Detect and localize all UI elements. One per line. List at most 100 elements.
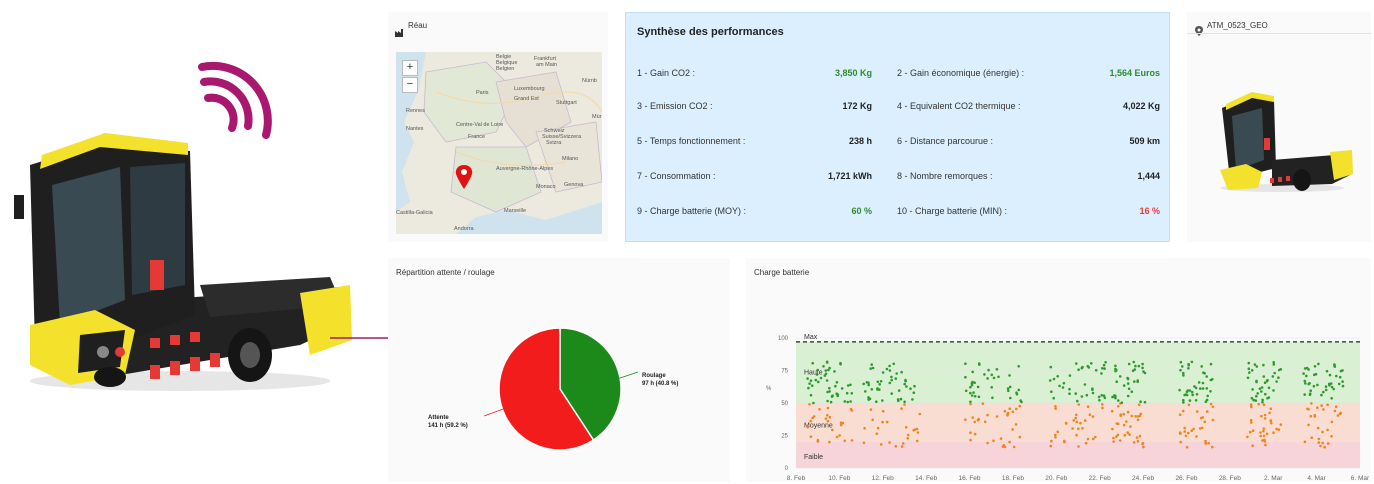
battery-point [1074, 392, 1077, 395]
battery-point [990, 386, 993, 389]
battery-point [1188, 389, 1192, 392]
battery-point [1192, 427, 1195, 431]
pie-chart [483, 327, 639, 451]
battery-point [1063, 440, 1066, 444]
battery-point [1068, 392, 1071, 395]
perf-value-1: 3,850 Kg [834, 68, 872, 78]
battery-point [1077, 445, 1080, 448]
battery-point [1068, 374, 1072, 377]
battery-point [1068, 387, 1071, 391]
battery-point [1054, 405, 1057, 408]
battery-point [1335, 374, 1338, 378]
battery-point [869, 408, 873, 411]
battery-point [1303, 393, 1306, 396]
battery-point [969, 431, 972, 434]
battery-point [867, 383, 870, 387]
perf-label-3: 3 - Emission CO2 : [637, 101, 713, 111]
battery-point [828, 440, 831, 444]
battery-point [1100, 372, 1103, 375]
battery-point [1086, 405, 1090, 408]
battery-point [981, 402, 985, 405]
battery-point [1017, 388, 1021, 392]
battery-point [1111, 427, 1114, 431]
battery-point [1104, 361, 1107, 364]
battery-point [1119, 414, 1122, 417]
battery-point [1090, 362, 1093, 365]
battery-point [1126, 431, 1129, 434]
battery-point [824, 417, 828, 420]
battery-point [1251, 429, 1255, 432]
battery-point [1199, 387, 1202, 390]
battery-point [1015, 392, 1019, 396]
battery-point [839, 363, 842, 366]
x-tick-label: 26. Feb [1175, 475, 1197, 482]
battery-point [870, 388, 874, 391]
battery-point [983, 373, 986, 376]
battery-point [1116, 433, 1120, 437]
battery-point [973, 420, 977, 424]
map-label: France [468, 134, 485, 140]
battery-point [1200, 426, 1204, 430]
battery-point [1178, 413, 1182, 416]
pie-chart-title: Répartition attente / roulage [396, 268, 495, 277]
battery-point [879, 380, 883, 383]
battery-point [1195, 393, 1199, 396]
band-moyenne [796, 403, 1360, 442]
battery-point [1190, 390, 1194, 394]
y-axis-unit: % [766, 386, 772, 392]
map-label: Stuttgart [556, 100, 577, 106]
battery-point [1118, 375, 1122, 378]
map-label: Genova [564, 182, 584, 188]
battery-point [1117, 399, 1120, 402]
battery-point [1018, 435, 1022, 439]
battery-point [1178, 431, 1182, 434]
battery-point [1205, 375, 1208, 378]
battery-point [1263, 417, 1267, 420]
battery-point [986, 377, 989, 380]
battery-point [1077, 368, 1080, 371]
perf-value-4: 4,022 Kg [1122, 101, 1160, 111]
battery-point [983, 420, 987, 424]
battery-point [1075, 433, 1078, 437]
x-tick-label: 6. Mar [1351, 475, 1370, 482]
battery-point [1262, 403, 1266, 407]
battery-point [1201, 416, 1205, 419]
battery-point [1194, 386, 1198, 390]
battery-point [1248, 430, 1252, 434]
battery-point [1075, 413, 1078, 417]
battery-point [1317, 437, 1321, 441]
map-label: Milano [562, 156, 578, 162]
battery-point [1321, 430, 1324, 434]
battery-point [875, 432, 879, 435]
battery-point [1255, 365, 1259, 368]
map-label: Andorra [454, 226, 475, 232]
zoom-in-button[interactable]: + [402, 60, 418, 76]
battery-point [1103, 367, 1106, 370]
battery-point [849, 383, 852, 387]
battery-point [1206, 394, 1209, 398]
battery-point [1304, 382, 1307, 385]
battery-point [1185, 445, 1189, 449]
battery-point [1313, 365, 1317, 368]
battery-point [1250, 369, 1254, 372]
battery-point [843, 439, 847, 443]
battery-point [1003, 409, 1007, 413]
battery-point [1324, 385, 1328, 388]
wifi-signal-icon [198, 61, 272, 139]
zoom-out-button[interactable]: − [402, 77, 418, 93]
map-label: Grand Est [514, 96, 539, 102]
battery-point [1049, 444, 1052, 448]
battery-point [1006, 387, 1010, 390]
y-tick-label: 25 [781, 434, 788, 440]
battery-point [1074, 416, 1077, 420]
battery-point [987, 368, 990, 372]
battery-point [1326, 428, 1329, 432]
battery-point [969, 391, 972, 395]
battery-point [1306, 407, 1309, 411]
pie-label-roulage-name: Roulage [642, 373, 666, 379]
map-view[interactable]: Belgie Belgique Belgien Frankfurt am Mai… [396, 52, 602, 234]
battery-point [990, 373, 994, 377]
battery-point [808, 382, 811, 385]
battery-point [1134, 415, 1137, 418]
battery-point [1101, 367, 1104, 370]
